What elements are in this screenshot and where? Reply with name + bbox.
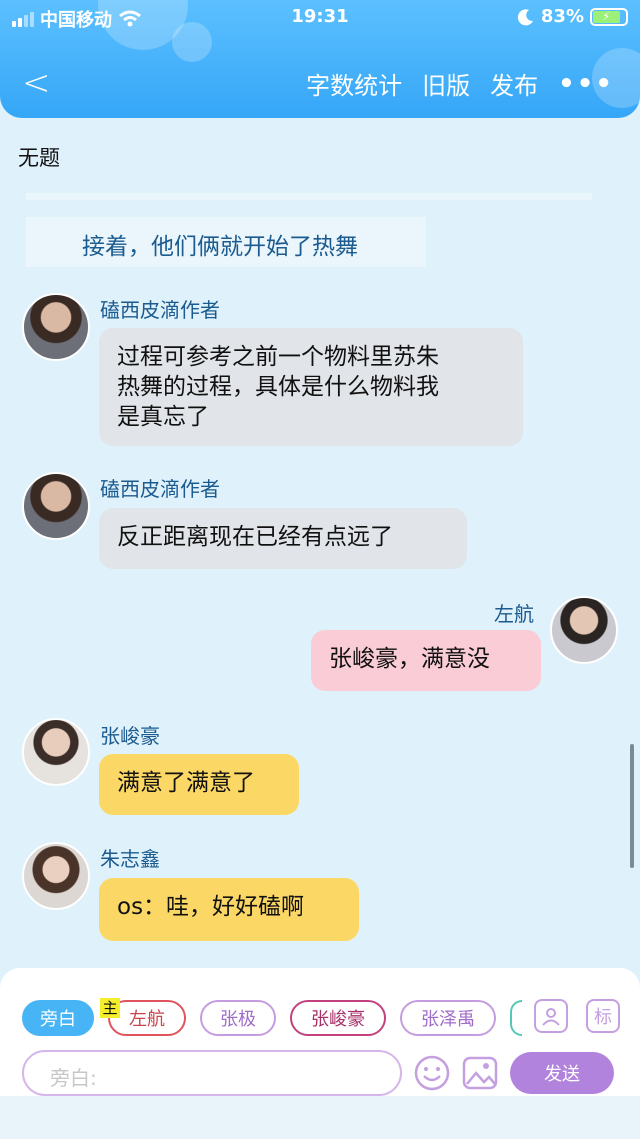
input-placeholder: 旁白: [50, 1066, 97, 1090]
avatar[interactable] [22, 718, 90, 786]
avatar[interactable] [22, 293, 90, 361]
narration-block[interactable]: 接着，他们俩就开始了热舞 [26, 217, 426, 267]
tag-label: 标 [594, 1007, 612, 1028]
avatar[interactable] [550, 596, 618, 664]
bottom-strip [0, 1096, 640, 1139]
sender-name: 朱志鑫 [100, 847, 160, 871]
role-chip[interactable]: 张泽禹 [400, 1000, 496, 1036]
publish-button[interactable]: 发布 [490, 66, 538, 101]
avatar[interactable] [22, 472, 90, 540]
message-bubble[interactable]: 反正距离现在已经有点远了 [99, 508, 467, 569]
message-bubble[interactable]: 满意了满意了 [99, 754, 299, 815]
message-bubble[interactable]: 过程可参考之前一个物料里苏朱 热舞的过程，具体是什么物料我 是真忘了 [99, 328, 523, 446]
battery-icon: ⚡ [590, 7, 628, 26]
image-icon[interactable] [462, 1055, 498, 1091]
document-title[interactable]: 无题 [18, 142, 60, 172]
more-icon[interactable]: ••• [558, 69, 614, 99]
role-chip[interactable]: 张峻豪 [290, 1000, 386, 1036]
sender-name: 磕西皮滴作者 [100, 298, 220, 322]
role-chip-partial[interactable] [510, 1000, 522, 1036]
role-chip-narration[interactable]: 旁白 [22, 1000, 94, 1036]
message-bubble[interactable]: os：哇，好好磕啊 [99, 878, 359, 941]
word-count-button[interactable]: 字数统计 [306, 66, 402, 101]
narration-text: 接着，他们俩就开始了热舞 [82, 234, 358, 260]
person-icon[interactable] [534, 999, 568, 1033]
role-selector: 旁白 左航 张极 张峻豪 张泽禹 [22, 1000, 522, 1036]
divider [26, 193, 592, 200]
send-button[interactable]: 发送 [510, 1052, 614, 1094]
back-chevron-icon[interactable]: < [22, 66, 51, 100]
nav-bar: < 字数统计 旧版 发布 ••• [0, 62, 640, 106]
message-input[interactable]: 旁白: [22, 1050, 402, 1096]
old-version-button[interactable]: 旧版 [422, 66, 470, 101]
sender-name: 左航 [494, 602, 534, 626]
host-badge: 主 [100, 998, 120, 1018]
header: 中国移动 19:31 83% ⚡ < 字数统计 旧版 发布 ••• [0, 0, 640, 118]
tag-button[interactable]: 标 [586, 999, 620, 1033]
emoji-icon[interactable] [414, 1055, 450, 1091]
role-chip[interactable]: 张极 [200, 1000, 276, 1036]
avatar[interactable] [22, 842, 90, 910]
message-bubble[interactable]: 张峻豪，满意没 [311, 630, 541, 691]
status-bar: 中国移动 19:31 83% ⚡ [0, 6, 640, 32]
sender-name: 张峻豪 [100, 724, 160, 748]
moon-icon [517, 8, 533, 25]
sender-name: 磕西皮滴作者 [100, 477, 220, 501]
scrollbar[interactable] [630, 744, 634, 868]
battery-percent: 83% [540, 6, 584, 27]
